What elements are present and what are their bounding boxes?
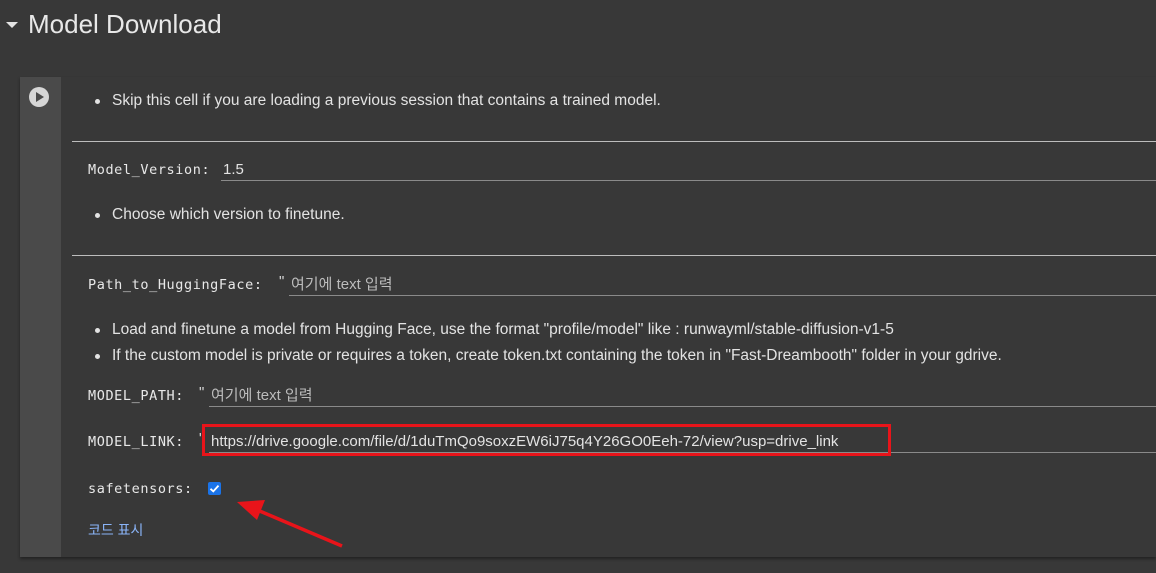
arrow-head xyxy=(237,500,265,520)
arrow-shaft xyxy=(254,507,343,548)
red-arrow-annotation xyxy=(237,500,343,548)
